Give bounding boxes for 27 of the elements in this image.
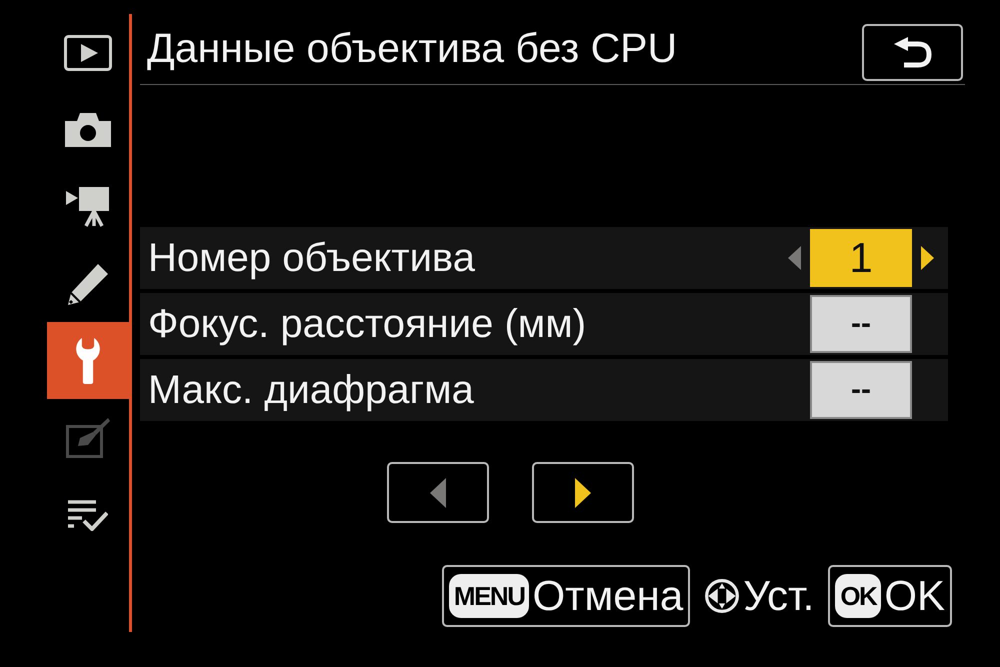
back-button[interactable] [862,24,963,81]
row-label: Макс. диафрагма [148,368,475,412]
wrench-icon [75,336,101,384]
menu-row[interactable]: Макс. диафрагма -- [140,359,948,421]
brush-icon [66,418,110,458]
row-label: Номер объектива [148,236,476,280]
value-field[interactable]: -- [810,361,912,419]
key-hint-button[interactable]: MENU Отмена [442,565,690,627]
movie-camera-icon [66,186,110,226]
play-icon [64,34,112,70]
key-hint-button[interactable]: OK OK [828,565,952,627]
key-badge: OK [835,574,882,618]
menu-row[interactable]: Номер объектива 1 [140,227,948,289]
key-badge: MENU [448,574,530,618]
next-page-button[interactable] [532,462,634,523]
value-field[interactable]: -- [810,295,912,353]
camera-icon [65,112,111,146]
pencil-icon [66,262,110,306]
hint-label: Уст. [743,572,814,620]
screen-title: Данные объектива без CPU [146,24,678,73]
dpad-icon [704,578,740,614]
value-field[interactable]: 1 [810,229,912,287]
menu-row[interactable]: Фокус. расстояние (мм) -- [140,293,948,355]
list-check-icon [68,498,108,530]
previous-page-button[interactable] [387,462,489,523]
return-arrow-icon [892,36,932,68]
row-label: Фокус. расстояние (мм) [148,302,588,346]
